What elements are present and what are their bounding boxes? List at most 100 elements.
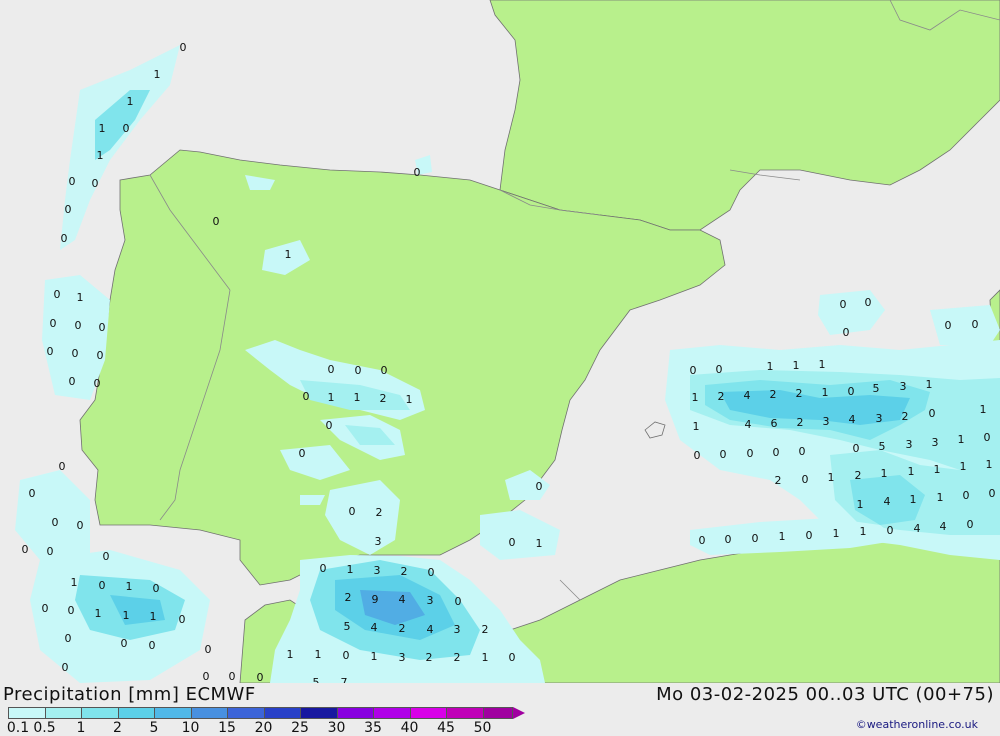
grid-value: 0 [149,639,156,652]
grid-value: 0 [213,215,220,228]
grid-value: 0 [123,122,130,135]
grid-value: 3 [454,623,461,636]
grid-value: 1 [347,563,354,576]
grid-value: 0 [29,487,36,500]
grid-value: 2 [855,469,862,482]
grid-value: 2 [482,623,489,636]
scale-swatch [44,707,81,719]
scale-label: 40 [400,720,419,736]
scale-swatch [154,707,191,719]
grid-value: 2 [775,474,782,487]
grid-value: 2 [770,388,777,401]
grid-value: 0 [536,480,543,493]
grid-value: 0 [694,449,701,462]
valid-time: Mo 03-02-2025 00..03 UTC (00+75) [656,684,994,705]
grid-value: 0 [963,489,970,502]
grid-value: 0 [799,445,806,458]
grid-value: 0 [121,637,128,650]
grid-value: 0 [355,364,362,377]
grid-value: 1 [819,358,826,371]
grid-value: 0 [716,363,723,376]
grid-value: 2 [796,387,803,400]
grid-value: 0 [725,533,732,546]
grid-value: 4 [371,621,378,634]
grid-value: 1 [71,576,78,589]
grid-value: 0 [929,407,936,420]
scale-label: 30 [327,720,346,736]
grid-value: 0 [802,473,809,486]
grid-value: 0 [349,505,356,518]
grid-value: 1 [371,650,378,663]
scale-swatch [482,707,513,719]
color-scale [8,707,525,719]
grid-value: 0 [752,532,759,545]
grid-value: 0 [773,446,780,459]
grid-value: 0 [257,671,264,683]
grid-value: 0 [203,670,210,683]
grid-value: 1 [881,467,888,480]
grid-value: 0 [62,661,69,674]
grid-value: 0 [414,166,421,179]
grid-value: 1 [937,491,944,504]
grid-value: 0 [381,364,388,377]
grid-value: 1 [767,360,774,373]
grid-value: 0 [840,298,847,311]
grid-value: 4 [914,522,921,535]
grid-value: 1 [126,580,133,593]
grid-value: 2 [345,591,352,604]
grid-value: 0 [747,447,754,460]
scale-label: 50 [473,720,492,736]
grid-value: 0 [94,377,101,390]
grid-value: 7 [341,676,348,683]
grid-value: 0 [328,363,335,376]
grid-value: 0 [848,385,855,398]
grid-value: 0 [77,519,84,532]
grid-value: 0 [699,534,706,547]
grid-value: 1 [315,648,322,661]
grid-value: 1 [285,248,292,261]
grid-value: 2 [426,651,433,664]
grid-value: 0 [54,288,61,301]
grid-value: 0 [455,595,462,608]
map-title: Precipitation [mm] ECMWF [3,684,256,705]
grid-value: 1 [99,122,106,135]
grid-value: 3 [876,412,883,425]
grid-value: 0 [69,175,76,188]
grid-value: 1 [406,393,413,406]
grid-value: 0 [103,550,110,563]
scale-swatch [117,707,154,719]
scale-swatch [409,707,446,719]
grid-value: 1 [77,291,84,304]
grid-value: 2 [401,565,408,578]
grid-value: 3 [932,436,939,449]
grid-value: 1 [693,420,700,433]
scale-swatch [373,707,410,719]
credit-link[interactable]: ©weatheronline.co.uk [856,718,978,731]
grid-value: 2 [380,392,387,405]
grid-value: 0 [853,442,860,455]
grid-value: 1 [958,433,965,446]
grid-value: 0 [47,345,54,358]
grid-value: 0 [320,562,327,575]
grid-value: 2 [454,651,461,664]
grid-value: 3 [375,535,382,548]
grid-value: 1 [926,378,933,391]
grid-value: 0 [61,232,68,245]
scale-swatch [227,707,264,719]
grid-value: 0 [720,448,727,461]
grid-value: 5 [873,382,880,395]
grid-value: 1 [482,651,489,664]
grid-value: 0 [65,203,72,216]
grid-value: 0 [42,602,49,615]
grid-value: 0 [97,349,104,362]
grid-value: 0 [153,582,160,595]
scale-swatch [263,707,300,719]
grid-value: 0 [843,326,850,339]
grid-value: 0 [99,321,106,334]
grid-value: 0 [428,566,435,579]
grid-value: 1 [860,525,867,538]
grid-value: 9 [372,593,379,606]
grid-value: 1 [127,95,134,108]
grid-value: 0 [984,431,991,444]
grid-value: 0 [72,347,79,360]
